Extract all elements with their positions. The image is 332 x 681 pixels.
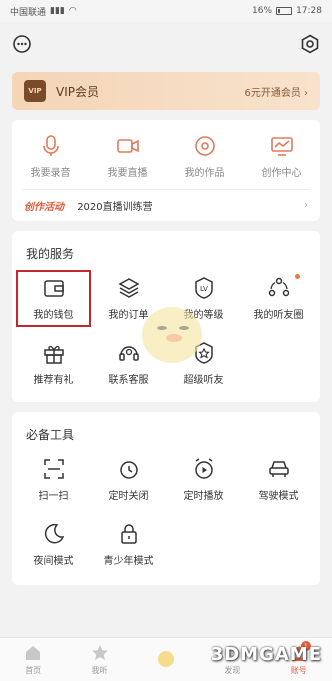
mascot-chick-icon — [142, 307, 202, 363]
vip-open-button[interactable]: 6元开通会员 › — [244, 84, 308, 99]
vip-banner[interactable]: VIP VIP会员 6元开通会员 › — [12, 72, 320, 110]
chevron-right-icon: › — [304, 200, 308, 211]
gift-icon — [43, 345, 64, 364]
my-friends-circle-button[interactable]: 我的听友圈 — [241, 270, 316, 327]
tab-listen-label: 我听 — [91, 666, 108, 675]
teen-mode-button[interactable]: 青少年模式 — [91, 516, 166, 573]
clock-time: 17:28 — [296, 6, 322, 16]
sleep-timer-label: 定时关闭 — [108, 491, 149, 502]
alarm-play-icon — [194, 458, 213, 479]
scheduled-play-button[interactable]: 定时播放 — [166, 451, 241, 508]
referral-gift-button[interactable]: 推荐有礼 — [16, 335, 91, 392]
message-icon[interactable] — [12, 34, 32, 54]
referral-gift-label: 推荐有礼 — [33, 375, 74, 386]
microphone-icon — [42, 135, 59, 156]
create-card: 我要录音 我要直播 我的作品 创作中心 创作活动 2020直播训练营 › — [12, 120, 320, 221]
scan-label: 扫一扫 — [38, 491, 69, 502]
driving-mode-label: 驾驶模式 — [258, 491, 299, 502]
creator-center-label: 创作中心 — [261, 168, 302, 179]
creator-center-button[interactable]: 创作中心 — [247, 134, 317, 179]
night-mode-button[interactable]: 夜间模式 — [16, 516, 91, 573]
wifi-icon: ◠ — [68, 6, 77, 16]
top-bar — [0, 22, 332, 66]
activity-text: 2020直播训练营 — [77, 202, 153, 213]
star-icon — [91, 645, 108, 660]
watermark-logo: 3DMGAME — [210, 644, 322, 665]
car-icon — [268, 461, 289, 477]
circle-people-icon — [268, 277, 289, 297]
tools-title: 必备工具 — [26, 428, 75, 442]
scan-icon — [43, 459, 64, 479]
battery-percent: 16% — [252, 6, 273, 16]
tab-home-label: 首页 — [25, 666, 42, 675]
super-friend-label: 超级听友 — [183, 375, 224, 386]
tab-home[interactable]: 首页 — [3, 643, 63, 676]
night-mode-label: 夜间模式 — [33, 556, 74, 567]
signal-icon: ▮▮▮ — [50, 6, 65, 16]
record-audio-button[interactable]: 我要录音 — [16, 134, 86, 179]
services-title: 我的服务 — [26, 247, 75, 261]
vip-badge-icon: VIP — [24, 80, 46, 102]
video-camera-icon — [116, 139, 139, 153]
my-wallet-label: 我的钱包 — [33, 310, 74, 321]
my-wallet-button[interactable]: 我的钱包 — [16, 270, 91, 327]
notification-dot — [295, 274, 300, 279]
lock-icon — [120, 524, 137, 544]
creation-activity-row[interactable]: 创作活动 2020直播训练营 › — [12, 190, 320, 221]
tab-discover-label: 发现 — [224, 666, 241, 675]
live-stream-label: 我要直播 — [107, 168, 148, 179]
record-audio-label: 我要录音 — [30, 168, 71, 179]
carrier-label: 中国联通 — [10, 7, 47, 18]
sleep-timer-button[interactable]: 定时关闭 — [91, 451, 166, 508]
vip-label: VIP会员 — [56, 84, 99, 99]
status-bar: 中国联通 ▮▮▮ ◠ 16% 17:28 — [0, 0, 332, 22]
scan-button[interactable]: 扫一扫 — [16, 451, 91, 508]
tab-account-label: 账号 — [290, 666, 307, 675]
activity-tag: 创作活动 — [24, 202, 64, 213]
wallet-icon — [43, 280, 64, 297]
settings-icon[interactable] — [300, 34, 320, 54]
my-friends-circle-label: 我的听友圈 — [253, 310, 304, 321]
scheduled-play-label: 定时播放 — [183, 491, 224, 502]
disc-icon — [194, 136, 215, 156]
moon-icon — [44, 523, 64, 544]
chart-monitor-icon — [270, 137, 293, 156]
customer-service-label: 联系客服 — [108, 375, 149, 386]
tools-card: 必备工具 扫一扫 定时关闭 定时播放 驾驶模式 夜间模式 青少年模式 — [12, 412, 320, 585]
battery-icon — [276, 7, 293, 15]
clock-icon — [119, 461, 138, 479]
tab-center[interactable] — [136, 649, 196, 671]
my-works-label: 我的作品 — [184, 168, 225, 179]
home-icon — [26, 646, 41, 660]
driving-mode-button[interactable]: 驾驶模式 — [241, 451, 316, 508]
teen-mode-label: 青少年模式 — [103, 556, 154, 567]
live-stream-button[interactable]: 我要直播 — [93, 134, 163, 179]
my-works-button[interactable]: 我的作品 — [170, 134, 240, 179]
tab-listen[interactable]: 我听 — [70, 643, 130, 676]
center-chick-icon — [157, 650, 174, 667]
